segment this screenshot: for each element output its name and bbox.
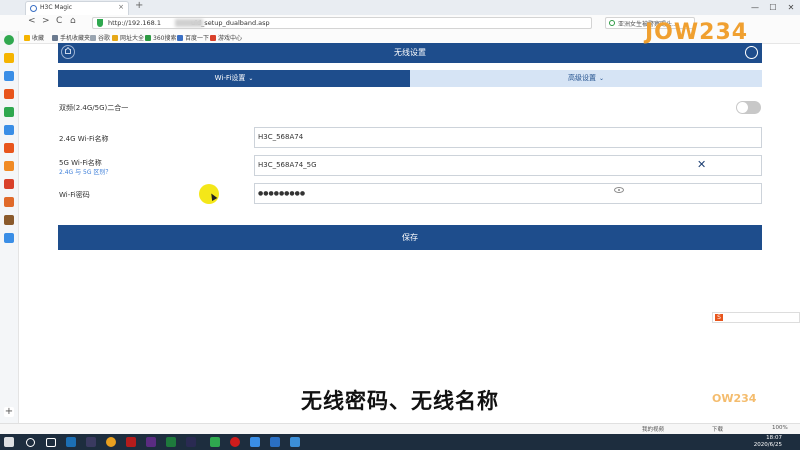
clock-date: 2020/6/25 (753, 442, 782, 448)
star-icon (24, 35, 30, 41)
status-my-videos[interactable]: 我的视频 (642, 425, 664, 433)
show-password-eye-icon[interactable] (614, 187, 624, 193)
taskbar-app-icon[interactable] (250, 437, 260, 447)
taskbar-app-icon[interactable] (86, 437, 96, 447)
video-subtitle: 无线密码、无线名称 (301, 389, 499, 413)
bookmark-item[interactable]: 谷歌 (90, 33, 110, 42)
search-icon[interactable] (26, 438, 35, 447)
taskbar-app-icon[interactable] (210, 437, 220, 447)
taskbar-app-icon[interactable] (290, 437, 300, 447)
ime-toolbar[interactable]: S (712, 312, 800, 323)
tab-favicon-icon (30, 5, 37, 12)
wifi24-name-input[interactable]: H3C_568A74 (254, 127, 762, 148)
dual-band-toggle[interactable] (736, 101, 761, 114)
sidebar-app-icon[interactable] (4, 125, 14, 135)
wifi5-name-input[interactable]: H3C_568A74_5G ✕ (254, 155, 762, 176)
power-icon[interactable] (745, 46, 758, 59)
tab-wifi-settings[interactable]: Wi-Fi设置 ⌄ (58, 70, 410, 87)
sidebar-app-icon[interactable] (4, 107, 14, 117)
chevron-down-icon: ⌄ (598, 75, 605, 82)
secure-shield-icon (97, 19, 103, 27)
sidebar-app-icon[interactable] (4, 197, 14, 207)
status-downloads[interactable]: 下载 (712, 425, 723, 433)
bookmark-item[interactable]: 网址大全 (112, 33, 144, 42)
bookmark-item[interactable]: 百度一下 (177, 33, 209, 42)
sidebar-app-icon[interactable] (4, 233, 14, 243)
tab-advanced-label: 高级设置 (567, 74, 596, 82)
close-window-icon[interactable]: ✕ (782, 0, 800, 15)
taskbar-app-icon[interactable] (66, 437, 76, 447)
taskbar-app-icon[interactable] (106, 437, 116, 447)
clear-input-icon[interactable]: ✕ (697, 158, 706, 171)
taskbar-app-icon[interactable] (186, 437, 196, 447)
search-engine-icon (609, 20, 615, 26)
watermark-logo-small: OW234 (712, 392, 757, 405)
save-button[interactable]: 保存 (58, 225, 762, 250)
taskbar-app-icon[interactable] (270, 437, 280, 447)
tab-title: H3C Magic (40, 4, 73, 11)
wifi24-name-label: 2.4G Wi-Fi名称 (59, 135, 109, 143)
page-icon (90, 35, 96, 41)
url-redaction (175, 19, 203, 27)
taskbar-clock[interactable]: 18:07 2020/6/25 (754, 435, 782, 449)
bookmark-item[interactable]: 手机收藏夹 (52, 33, 90, 42)
new-tab-button[interactable]: + (135, 0, 143, 11)
band-difference-link[interactable]: 2.4G 与 5G 区别？ (59, 167, 111, 176)
taskbar-app-icon[interactable] (126, 437, 136, 447)
sidebar-app-icon[interactable] (4, 89, 14, 99)
bookmark-item[interactable]: 收藏 (24, 33, 44, 42)
status-zoom[interactable]: 100% (772, 425, 788, 431)
taskbar-app-icon[interactable] (166, 437, 176, 447)
wifi-password-input[interactable]: ●●●●●●●●● (254, 183, 762, 204)
tab-advanced-settings[interactable]: 高级设置 ⌄ (410, 70, 762, 87)
minimize-icon[interactable]: — (746, 0, 764, 15)
refresh-icon[interactable]: C (56, 16, 62, 26)
browser-sidebar: + (0, 31, 19, 434)
window-controls: — ☐ ✕ (746, 0, 800, 15)
home-nav-icon[interactable]: ⌂ (70, 16, 76, 26)
dual-band-label: 双频(2.4G/5G)二合一 (59, 104, 129, 112)
game-icon (210, 35, 216, 41)
sidebar-app-icon[interactable] (4, 143, 14, 153)
baidu-icon (177, 35, 183, 41)
bookmark-item[interactable]: 游戏中心 (210, 33, 242, 42)
browser-tab[interactable]: H3C Magic × (25, 1, 129, 15)
wifi-password-value: ●●●●●●●●● (258, 190, 306, 197)
clock-time: 18:07 (766, 435, 782, 441)
sidebar-app-icon[interactable] (4, 71, 14, 81)
chevron-down-icon: ⌄ (248, 75, 254, 82)
sidebar-app-icon[interactable] (4, 215, 14, 225)
mobile-icon (52, 35, 58, 41)
tab-wifi-label: Wi-Fi设置 (214, 74, 246, 82)
sogou-ime-icon: S (715, 314, 723, 321)
globe-icon (112, 35, 118, 41)
task-view-icon[interactable] (46, 438, 56, 447)
search-360-icon (145, 35, 151, 41)
watermark-logo: JOW234 (645, 20, 749, 45)
wifi5-name-value: H3C_568A74_5G (258, 161, 317, 169)
wifi24-name-value: H3C_568A74 (258, 133, 304, 141)
back-icon[interactable]: < (28, 16, 36, 26)
maximize-icon[interactable]: ☐ (764, 0, 782, 15)
bookmark-item[interactable]: 360搜索 (145, 33, 176, 42)
page-title: 无线设置 (394, 48, 426, 57)
taskbar-app-icon[interactable] (230, 437, 240, 447)
sidebar-app-icon[interactable] (4, 179, 14, 189)
windows-taskbar: 18:07 2020/6/25 (0, 434, 800, 450)
forward-icon[interactable]: > (42, 16, 50, 26)
windows-start-icon[interactable] (4, 437, 14, 447)
taskbar-app-icon[interactable] (146, 437, 156, 447)
sidebar-app-icon[interactable] (4, 161, 14, 171)
tab-close-icon[interactable]: × (118, 3, 124, 11)
wifi-password-label: Wi-Fi密码 (59, 191, 90, 199)
url-input[interactable]: http://192.168.1 uid_setup_dualband.asp (92, 17, 592, 29)
url-prefix: http://192.168.1 (108, 19, 161, 27)
